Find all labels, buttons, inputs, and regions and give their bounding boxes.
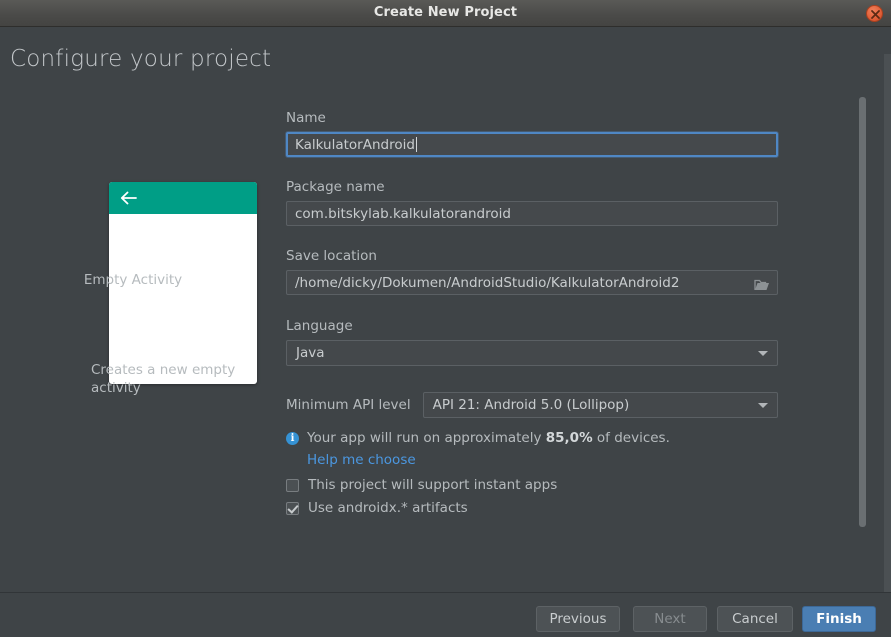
page-title: Configure your project [10,46,271,72]
template-name: Empty Activity [0,272,266,288]
text-caret [416,137,417,152]
dialog-footer: Previous Next Cancel Finish [0,592,891,637]
save-location-input[interactable]: /home/dicky/Dokumen/AndroidStudio/Kalkul… [286,270,778,295]
close-glyph [870,9,881,20]
arrow-back-icon [120,191,137,205]
name-input-value: KalkulatorAndroid [288,137,415,153]
chevron-down-icon [758,351,768,356]
project-form: Name KalkulatorAndroid Package name com.… [286,110,778,516]
name-label: Name [286,110,778,126]
spacer [286,157,778,179]
form-scrollbar-thumb[interactable] [859,97,866,527]
androidx-label: Use androidx.* artifacts [308,500,468,516]
save-location-input-value: /home/dicky/Dokumen/AndroidStudio/Kalkul… [287,275,679,291]
folder-icon[interactable] [754,276,770,289]
preview-app-bar [109,182,257,214]
instant-apps-checkbox[interactable] [286,479,299,492]
language-label: Language [286,318,778,334]
api-coverage-percent: 85,0% [546,430,593,446]
min-api-select-value: API 21: Android 5.0 (Lollipop) [424,397,630,413]
androidx-row[interactable]: Use androidx.* artifacts [286,500,778,516]
next-button[interactable]: Next [633,606,707,632]
language-select[interactable]: Java [286,340,778,366]
language-select-value: Java [287,345,325,361]
save-location-label: Save location [286,248,778,264]
dialog-content: Configure your project Empty Activity Cr… [0,27,891,592]
chevron-down-icon [758,403,768,408]
folder-glyph [754,278,770,291]
androidx-checkbox[interactable] [286,502,299,515]
template-description: Creates a new empty activity [91,361,251,397]
spacer [286,295,778,318]
form-scrollbar[interactable] [859,97,866,557]
previous-button[interactable]: Previous [536,606,620,632]
min-api-row: Minimum API level API 21: Android 5.0 (L… [286,392,778,418]
api-coverage-text-before: Your app will run on approximately [307,430,546,446]
api-coverage-text: Your app will run on approximately 85,0%… [307,430,670,446]
api-coverage-text-after: of devices. [593,430,670,446]
cancel-button[interactable]: Cancel [717,606,793,632]
window-right-edge [884,54,891,592]
package-name-input[interactable]: com.bitskylab.kalkulatorandroid [286,201,778,226]
package-name-input-value: com.bitskylab.kalkulatorandroid [287,206,511,222]
instant-apps-label: This project will support instant apps [308,477,557,493]
spacer [286,226,778,248]
help-me-choose-link[interactable]: Help me choose [307,452,416,468]
close-icon[interactable] [866,5,883,22]
info-icon: i [286,432,299,445]
package-name-label: Package name [286,179,778,195]
min-api-label: Minimum API level [286,397,411,413]
name-input[interactable]: KalkulatorAndroid [286,132,778,157]
instant-apps-row[interactable]: This project will support instant apps [286,477,778,493]
create-new-project-dialog: Create New Project Configure your projec… [0,0,891,637]
min-api-select[interactable]: API 21: Android 5.0 (Lollipop) [423,392,778,418]
finish-button[interactable]: Finish [802,606,876,632]
api-coverage-info: i Your app will run on approximately 85,… [286,430,778,446]
title-bar: Create New Project [0,0,891,27]
window-title: Create New Project [0,0,891,26]
